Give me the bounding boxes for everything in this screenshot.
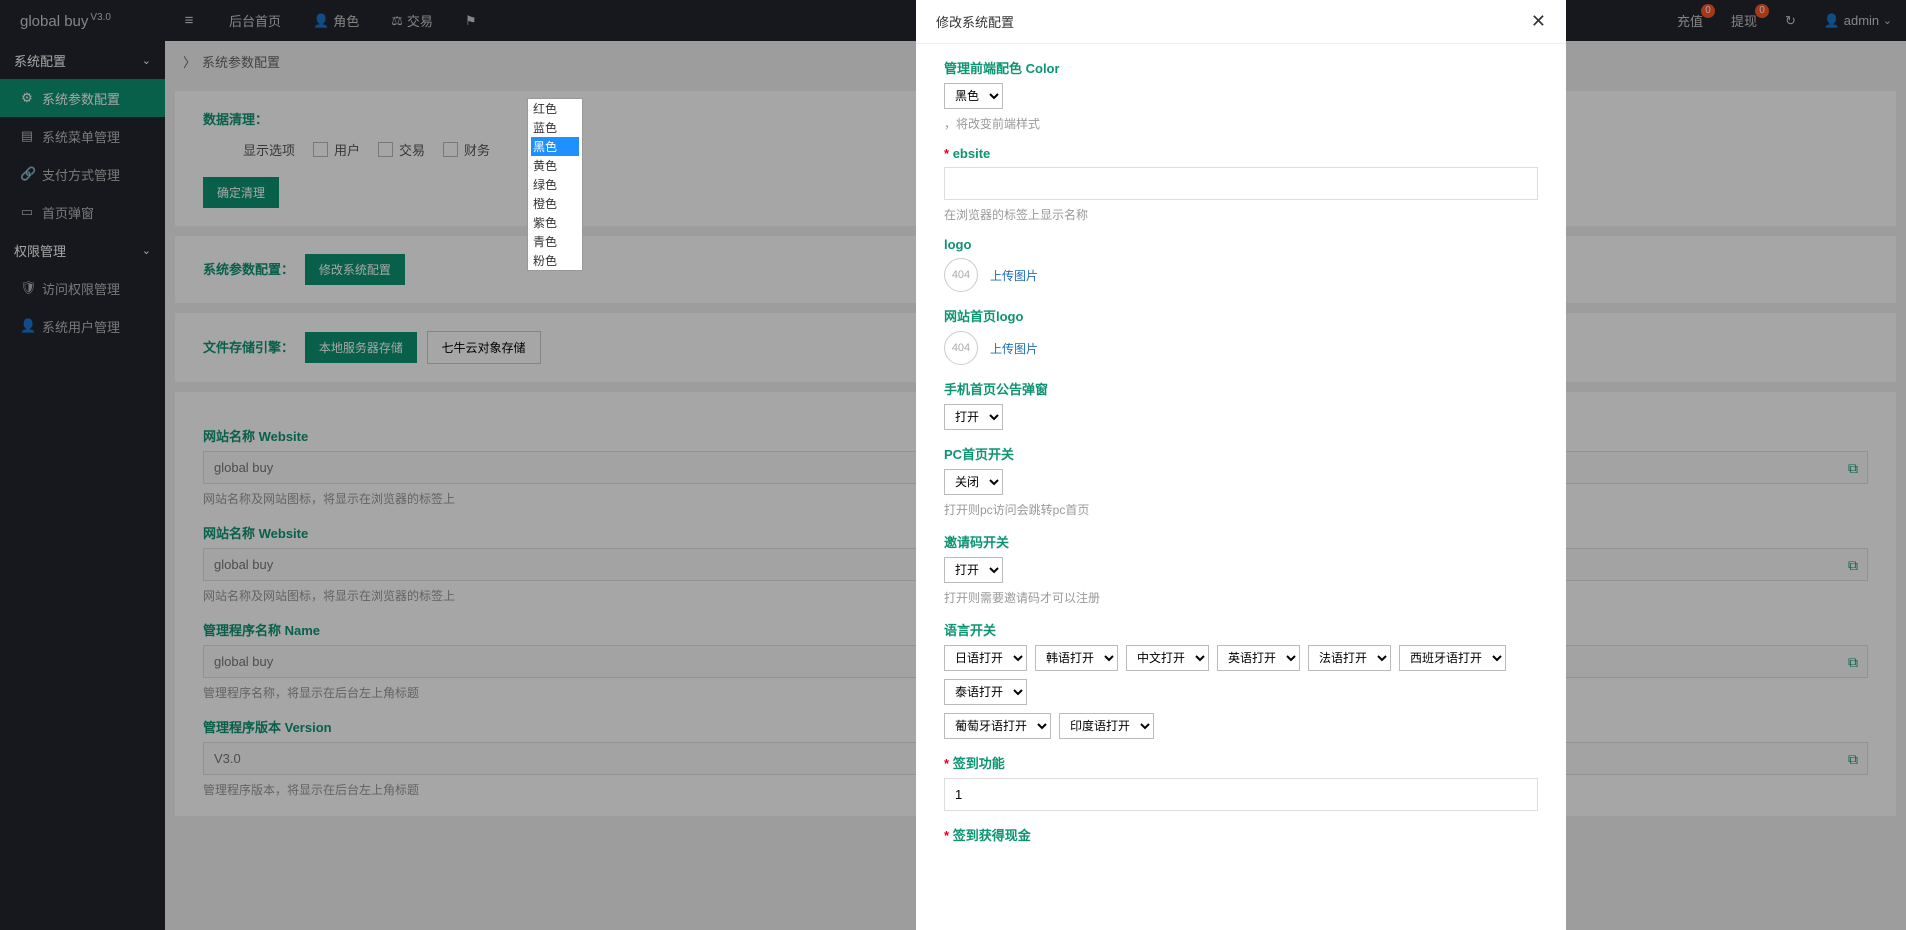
pc-select[interactable]: 关闭 [944, 469, 1003, 495]
upload-link[interactable]: 上传图片 [990, 267, 1038, 284]
popup-select[interactable]: 打开 [944, 404, 1003, 430]
lang-select-kr[interactable]: 韩语打开 [1035, 645, 1118, 671]
website-input[interactable] [944, 167, 1538, 200]
field-website: * ebsite 在浏览器的标签上显示名称 [944, 146, 1538, 223]
color-option-green[interactable]: 绿色 [531, 175, 579, 194]
sign-input[interactable] [944, 778, 1538, 811]
field-logo-1: logo 404 上传图片 [944, 237, 1538, 292]
logo-thumb: 404 [944, 331, 978, 365]
lang-select-th[interactable]: 泰语打开 [944, 679, 1027, 705]
field-pc-switch: PC首页开关 关闭 打开则pc访问会跳转pc首页 [944, 444, 1538, 518]
field-sign-cash: * 签到获得现金 [944, 825, 1538, 844]
field-lang: 语言开关 日语打开 韩语打开 中文打开 英语打开 法语打开 西班牙语打开 泰语打… [944, 620, 1538, 739]
field-logo-2: 网站首页logo 404 上传图片 [944, 306, 1538, 365]
logo-thumb: 404 [944, 258, 978, 292]
color-dropdown: 红色 蓝色 黑色 黄色 绿色 橙色 紫色 青色 粉色 [527, 98, 583, 271]
drawer-title: 修改系统配置 [936, 12, 1014, 31]
color-option-pink[interactable]: 粉色 [531, 251, 579, 270]
color-option-purple[interactable]: 紫色 [531, 213, 579, 232]
field-color: 管理前端配色 Color 黑色 ，将改变前端样式 [944, 58, 1538, 132]
lang-select-es[interactable]: 西班牙语打开 [1399, 645, 1506, 671]
drawer-header: 修改系统配置 ✕ [916, 0, 1566, 44]
color-option-blue[interactable]: 蓝色 [531, 118, 579, 137]
color-select[interactable]: 黑色 [944, 83, 1003, 109]
lang-select-jp[interactable]: 日语打开 [944, 645, 1027, 671]
config-drawer: 修改系统配置 ✕ 管理前端配色 Color 黑色 ，将改变前端样式 * ebsi… [916, 0, 1566, 930]
lang-select-pt[interactable]: 葡萄牙语打开 [944, 713, 1051, 739]
color-option-yellow[interactable]: 黄色 [531, 156, 579, 175]
lang-select-cn[interactable]: 中文打开 [1126, 645, 1209, 671]
lang-select-in[interactable]: 印度语打开 [1059, 713, 1154, 739]
field-mobile-popup: 手机首页公告弹窗 打开 [944, 379, 1538, 430]
color-option-black[interactable]: 黑色 [531, 137, 579, 156]
field-sign: * 签到功能 [944, 753, 1538, 811]
color-option-orange[interactable]: 橙色 [531, 194, 579, 213]
lang-select-fr[interactable]: 法语打开 [1308, 645, 1391, 671]
color-option-cyan[interactable]: 青色 [531, 232, 579, 251]
field-invite-switch: 邀请码开关 打开 打开则需要邀请码才可以注册 [944, 532, 1538, 606]
invite-select[interactable]: 打开 [944, 557, 1003, 583]
color-option-red[interactable]: 红色 [531, 99, 579, 118]
close-icon[interactable]: ✕ [1531, 11, 1546, 32]
upload-link[interactable]: 上传图片 [990, 340, 1038, 357]
lang-select-en[interactable]: 英语打开 [1217, 645, 1300, 671]
